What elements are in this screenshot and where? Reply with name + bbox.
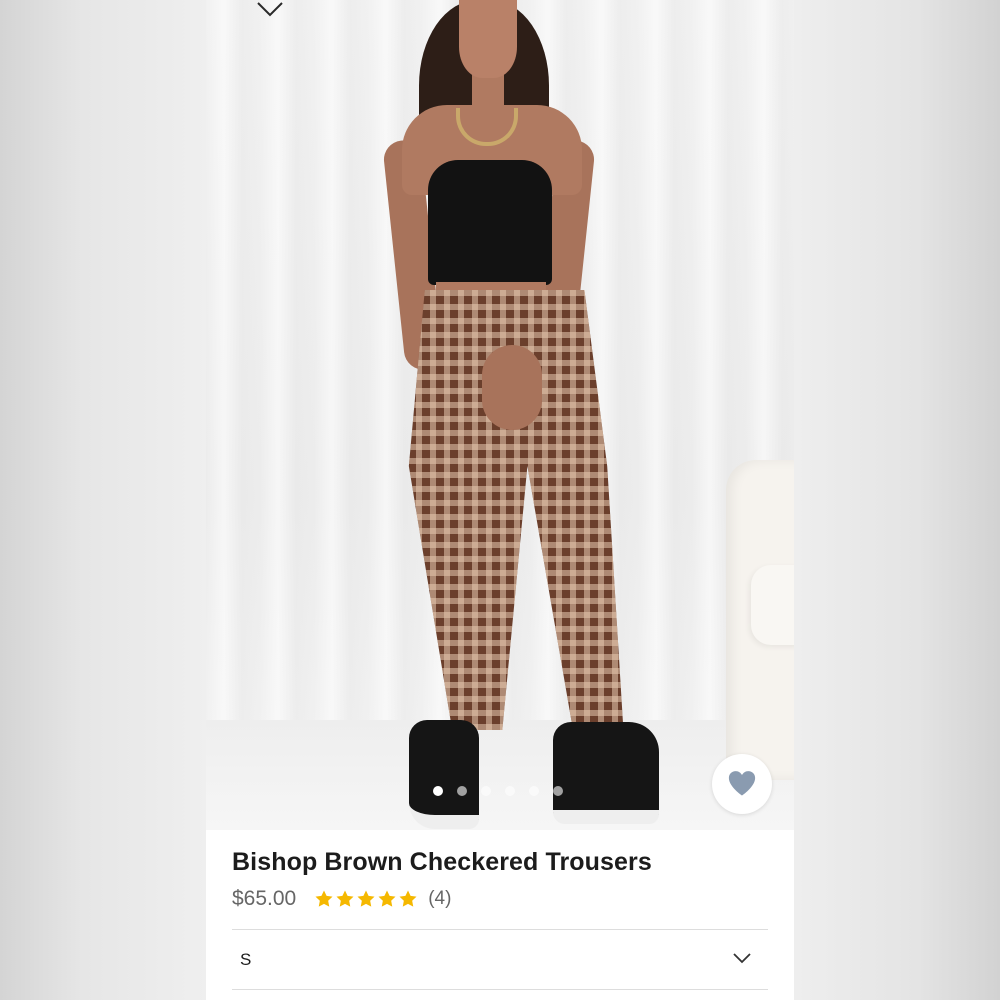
star-icon: [398, 889, 418, 909]
divider-bottom: [232, 989, 768, 990]
gallery-dot[interactable]: [457, 786, 467, 796]
black-crop-top: [428, 160, 552, 285]
size-selected-value: S: [240, 950, 252, 969]
model-hands: [482, 345, 542, 430]
sneaker-left: [409, 720, 479, 829]
gallery-dot[interactable]: [553, 786, 563, 796]
star-rating[interactable]: [314, 889, 418, 909]
product-screen: Bishop Brown Checkered Trousers $65.00 (…: [206, 0, 794, 1000]
star-icon: [356, 889, 376, 909]
background-right: [794, 0, 1000, 1000]
star-icon: [377, 889, 397, 909]
review-count[interactable]: (4): [428, 888, 451, 910]
gallery-pagination: [433, 786, 563, 796]
gallery-dot[interactable]: [529, 786, 539, 796]
background-left: [0, 0, 206, 1000]
star-icon: [314, 889, 334, 909]
heart-icon: [727, 769, 757, 800]
studio-floor: [206, 720, 794, 830]
gallery-dot[interactable]: [505, 786, 515, 796]
model-face: [459, 0, 517, 78]
product-price: $65.00: [232, 887, 297, 910]
chevron-down-icon[interactable]: [256, 0, 284, 20]
chevron-down-icon: [732, 951, 752, 969]
divider-top: [232, 929, 768, 930]
product-image[interactable]: [206, 0, 794, 830]
sneaker-right: [553, 722, 659, 824]
gallery-dot[interactable]: [481, 786, 491, 796]
price-rating-row: $65.00 (4): [232, 887, 451, 911]
product-title: Bishop Brown Checkered Trousers: [232, 848, 652, 876]
gallery-dot[interactable]: [433, 786, 443, 796]
size-dropdown[interactable]: S: [232, 932, 768, 988]
chair-arm: [751, 565, 794, 645]
favorite-button[interactable]: [712, 754, 772, 814]
star-icon: [335, 889, 355, 909]
